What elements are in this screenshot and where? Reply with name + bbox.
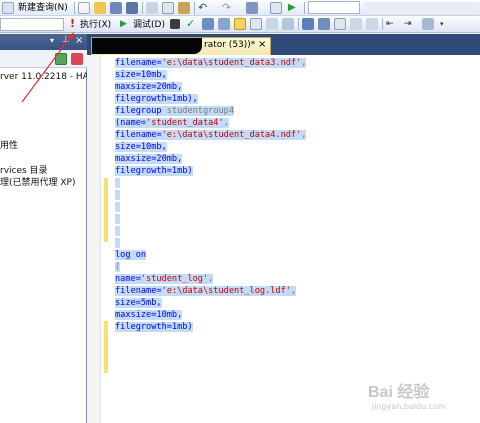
baidu-watermark: Bai 经验 jingyan.baidu.com <box>364 374 476 420</box>
watermark-logo-text: Bai 经验 <box>368 384 430 401</box>
watermark-url: jingyan.baidu.com <box>372 402 446 411</box>
annotation-arrow <box>21 32 74 103</box>
